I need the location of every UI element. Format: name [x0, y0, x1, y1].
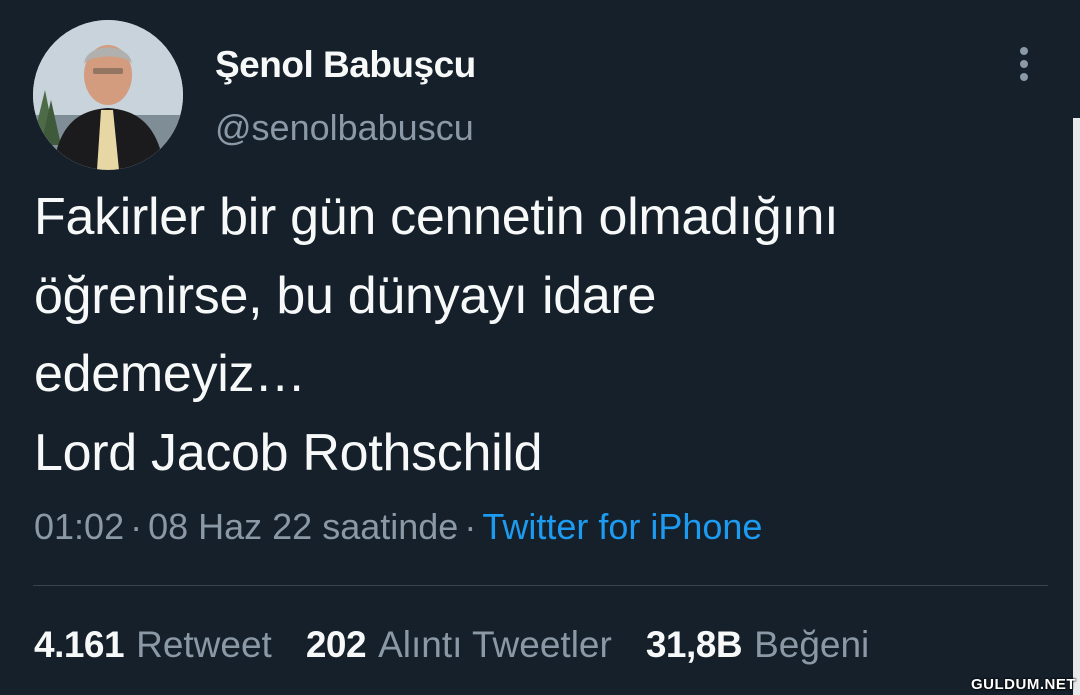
watermark: GULDUM.NET [971, 676, 1076, 693]
more-options-button[interactable] [1008, 44, 1040, 88]
likes-label: Beğeni [754, 624, 870, 665]
tweet-text-line: Lord Jacob Rothschild [34, 423, 543, 482]
tweet-meta: 01:02 · 08 Haz 22 saatinde · Twitter for iPh… [34, 506, 762, 548]
tweet-text-line: öğrenirse, bu dünyayı idare [34, 266, 657, 325]
meta-separator: · [464, 506, 477, 547]
tweet-time[interactable]: 01:02 [34, 506, 124, 547]
quote-tweets-stat[interactable]: 202 Alıntı Tweetler [306, 624, 612, 666]
likes-count: 31,8B [645, 624, 743, 665]
quote-tweets-label: Alıntı Tweetler [378, 624, 612, 665]
retweets-label: Retweet [136, 624, 272, 665]
retweets-stat[interactable]: 4.161 Retweet [34, 624, 272, 666]
more-vertical-icon [1020, 47, 1028, 81]
tweet-source-link[interactable]: Twitter for iPhone [482, 506, 762, 547]
retweets-count: 4.161 [34, 624, 125, 665]
author-handle[interactable]: @senolbabuscu [215, 107, 474, 149]
tweet-date[interactable]: 08 Haz 22 saatinde [148, 506, 458, 547]
scrollbar[interactable] [1073, 118, 1080, 695]
tweet-text-line: Fakirler bir gün cennetin olmadığını [34, 188, 839, 246]
tweet-text: Fakirler bir gün cennetin olmadığını öğr… [34, 178, 1034, 492]
likes-stat[interactable]: 31,8B Beğeni [646, 624, 869, 666]
tweet-card: Şenol Babuşcu @senolbabuscu Fakirler bir… [0, 0, 1080, 695]
quote-tweets-count: 202 [305, 624, 367, 665]
tweet-stats: 4.161 Retweet 202 Alıntı Tweetler 31,8B Beğen… [34, 624, 903, 666]
meta-separator: · [130, 506, 143, 547]
avatar[interactable] [33, 20, 183, 170]
author-name[interactable]: Şenol Babuşcu [215, 44, 476, 86]
tweet-text-line: edemeyiz… [34, 345, 306, 403]
divider [33, 585, 1048, 586]
avatar-photo [33, 20, 183, 170]
